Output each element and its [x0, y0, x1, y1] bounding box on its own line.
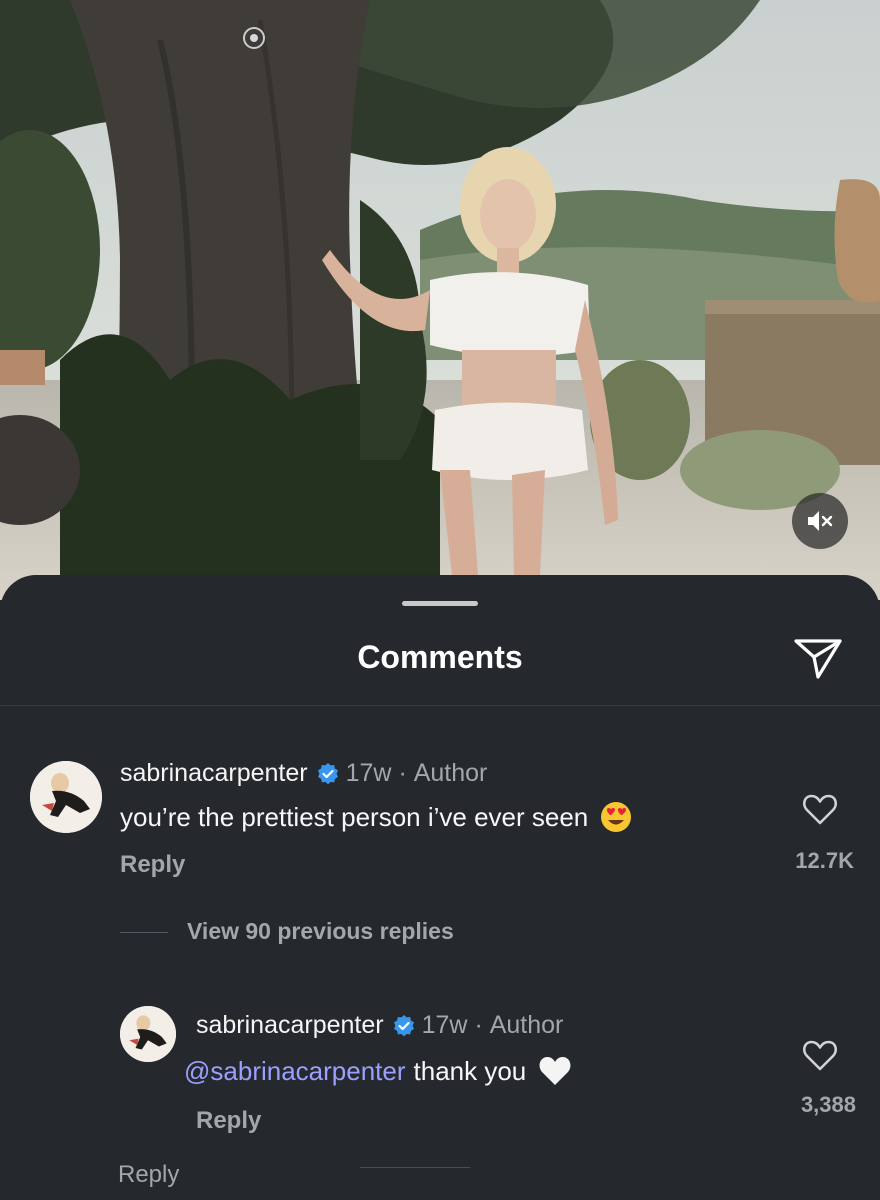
- heart-icon[interactable]: [802, 792, 838, 826]
- comment-username[interactable]: sabrinacarpenter: [120, 759, 308, 788]
- sheet-grab-handle[interactable]: [402, 601, 478, 606]
- mention-link[interactable]: @sabrinacarpenter: [184, 1056, 406, 1087]
- reply-role: Author: [489, 1011, 564, 1039]
- reply-text-row: @sabrinacarpenter thank you: [184, 1055, 572, 1087]
- reply-separator: ·: [467, 1011, 490, 1039]
- mute-button[interactable]: [792, 493, 848, 549]
- reply-age: 17w: [421, 1011, 468, 1039]
- post-photo[interactable]: [0, 0, 880, 600]
- reply-button[interactable]: Reply: [196, 1107, 261, 1135]
- like-count: 12.7K: [795, 848, 854, 873]
- comment-header: sabrinacarpenter 17w · Author: [120, 759, 487, 788]
- comment-text-row: you’re the prettiest person i’ve ever se…: [120, 801, 632, 833]
- verified-badge-icon: [317, 762, 338, 784]
- info-dot-icon[interactable]: [243, 27, 265, 49]
- comment-age: 17w: [345, 759, 392, 787]
- divider-line: [360, 1167, 470, 1168]
- avatar[interactable]: [30, 761, 102, 833]
- sheet-title: Comments: [357, 639, 523, 675]
- reply-button[interactable]: Reply: [120, 851, 185, 879]
- heart-eyes-emoji: [601, 802, 632, 832]
- photo-scene: [0, 0, 880, 600]
- comment-separator: ·: [391, 759, 414, 787]
- white-heart-emoji: [539, 1057, 571, 1085]
- send-icon[interactable]: [792, 633, 844, 681]
- mute-icon: [808, 511, 833, 531]
- comment-text: you’re the prettiest person i’ve ever se…: [120, 801, 589, 832]
- verified-badge-icon: [393, 1014, 414, 1036]
- reply-username[interactable]: sabrinacarpenter: [196, 1011, 384, 1040]
- like-count: 3,388: [800, 1092, 856, 1117]
- sheet-divider: [0, 705, 880, 706]
- comments-sheet: Comments sabrinacarpenter 17w · Author y…: [0, 575, 880, 1200]
- comment-role: Author: [413, 759, 488, 787]
- reply-button[interactable]: Reply: [118, 1161, 179, 1189]
- reply-header: sabrinacarpenter 17w · Author: [196, 1011, 563, 1040]
- reply-avatar[interactable]: [120, 1006, 176, 1062]
- reply-text: thank you: [413, 1055, 527, 1086]
- replies-line: [120, 932, 168, 933]
- view-replies-button[interactable]: View 90 previous replies: [187, 918, 454, 945]
- heart-icon[interactable]: [802, 1038, 838, 1072]
